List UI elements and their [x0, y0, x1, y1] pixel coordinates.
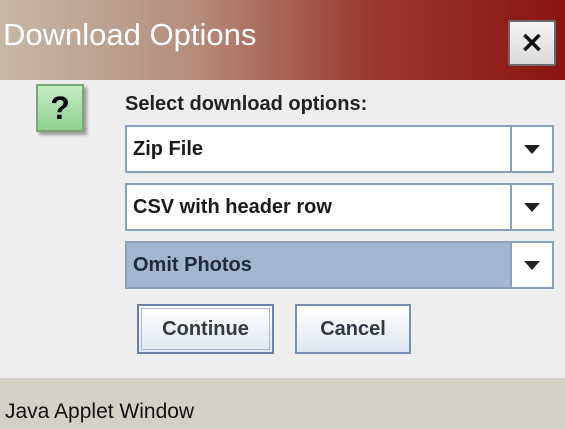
- file-format-value: CSV with header row: [133, 196, 332, 218]
- applet-warning-bar: Java Applet Window: [0, 378, 565, 429]
- question-icon: ?: [36, 84, 84, 132]
- photos-dropdown-button[interactable]: [510, 243, 552, 287]
- window-title: Download Options: [3, 17, 257, 52]
- archive-format-value: Zip File: [133, 138, 203, 160]
- close-icon: ×: [519, 25, 545, 60]
- archive-format-dropdown[interactable]: Zip File: [125, 125, 554, 173]
- download-options-window: Download Options × ? Select download opt…: [0, 0, 565, 429]
- photos-dropdown[interactable]: Omit Photos: [125, 241, 554, 289]
- photos-value: Omit Photos: [133, 254, 252, 276]
- close-button[interactable]: ×: [508, 20, 556, 66]
- cancel-button[interactable]: Cancel: [295, 304, 411, 354]
- prompt-label: Select download options:: [125, 93, 368, 115]
- question-mark: ?: [50, 89, 70, 126]
- chevron-down-icon: [524, 144, 540, 154]
- continue-button[interactable]: Continue: [137, 304, 274, 354]
- chevron-down-icon: [524, 202, 540, 212]
- archive-format-dropdown-button[interactable]: [510, 127, 552, 171]
- applet-warning-text: Java Applet Window: [5, 400, 195, 423]
- file-format-dropdown[interactable]: CSV with header row: [125, 183, 554, 231]
- chevron-down-icon: [524, 260, 540, 270]
- title-bar[interactable]: Download Options ×: [0, 0, 565, 80]
- file-format-dropdown-button[interactable]: [510, 185, 552, 229]
